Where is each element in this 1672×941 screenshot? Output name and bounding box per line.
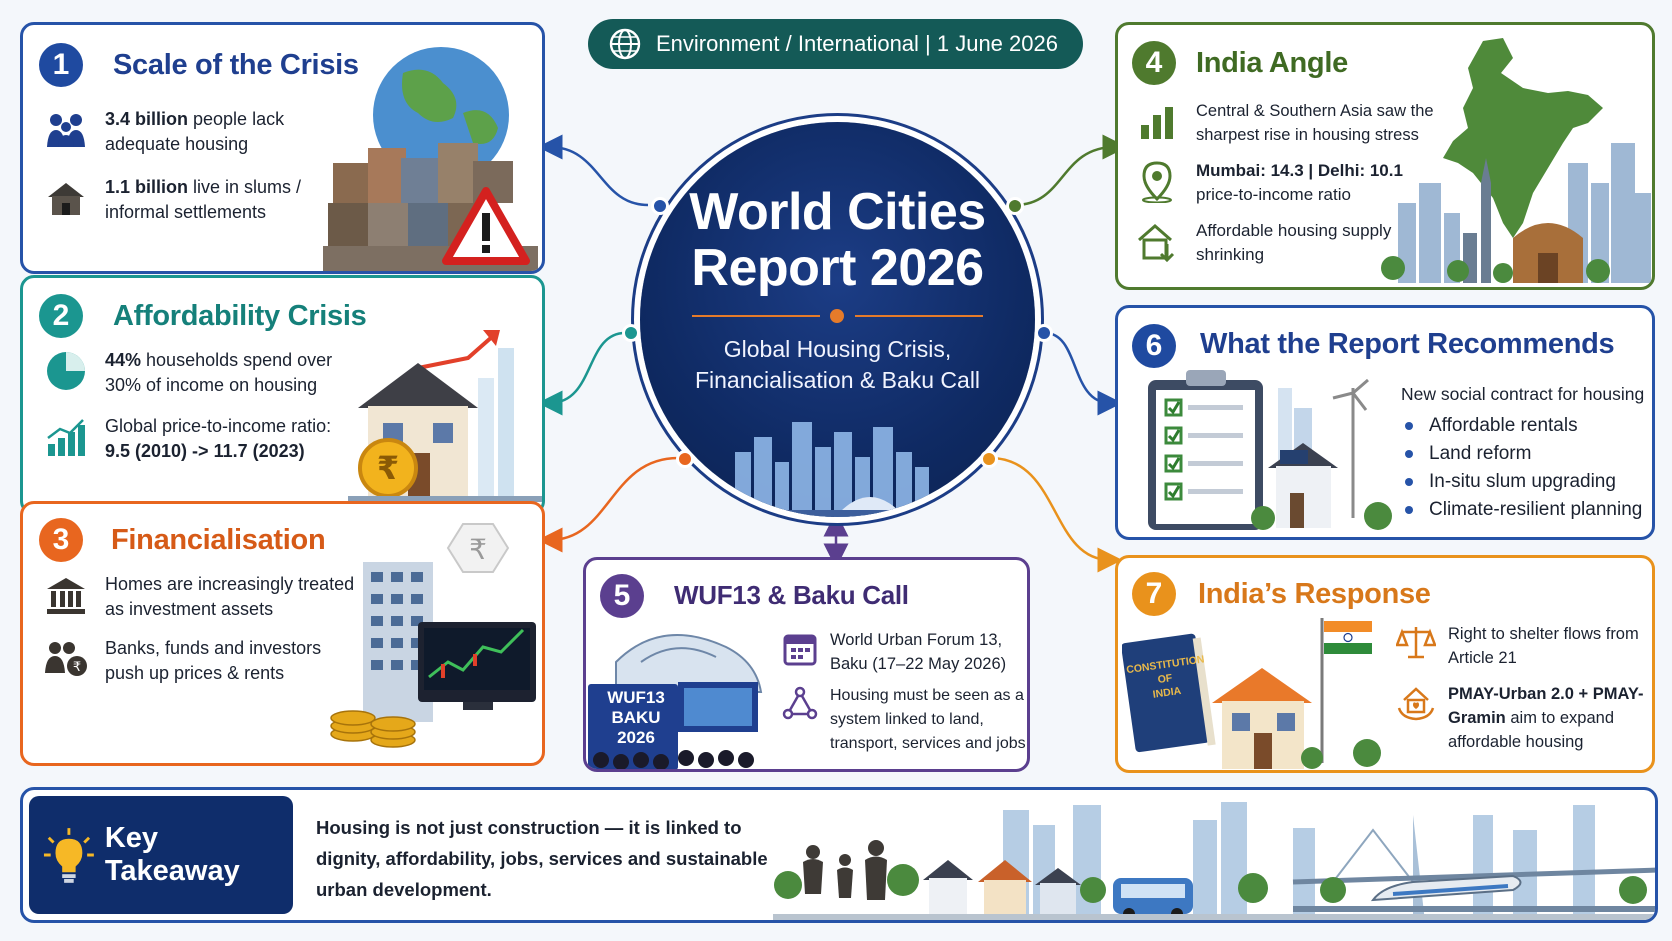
stat-text: Global price-to-income ratio: 9.5 (2010) … [105,416,332,461]
card-title: What the Report Recommends [1200,328,1615,360]
hub-divider-left [692,315,820,317]
arrow-6 [1044,331,1123,416]
card-number: 7 [1132,572,1176,616]
stat-row: ₹ Banks, funds and investors push up pri… [43,636,363,686]
slum-globe-illustration [323,47,538,271]
hub-circle: World Cities Report 2026 Global Housing … [640,122,1035,517]
clipboard-illustration [1148,370,1392,530]
stat-row: 3.4 billion people lack adequate housing [43,107,313,157]
card-title: WUF13 & Baku Call [674,580,909,610]
people-icon [43,107,89,153]
wuf13-sign: WUF13 BAKU 2026 [607,688,665,747]
card-india-angle: 4 India Angle Central & Southern Asia sa… [1115,22,1655,290]
arrow-1 [537,134,649,207]
calendar-icon [782,628,818,668]
stat-text: Housing must be seen as a system linked … [830,687,1026,752]
scales-of-justice-icon [1396,622,1436,662]
stat-row: Right to shelter flows from Article 21 [1396,622,1651,670]
recommend-item: In-situ slum upgrading [1401,468,1642,496]
recommend-item: Affordable rentals [1401,412,1642,440]
bank-icon [43,572,89,618]
card-number: 4 [1132,41,1176,85]
card-title: Scale of the Crisis [113,49,359,81]
stat-text: World Urban Forum 13, Baku (17–22 May 20… [830,631,1007,673]
stat-row: 1.1 billion live in slums / informal set… [43,175,313,225]
arrow-2 [537,331,626,416]
key-takeaway-label-box: Key Takeaway [29,796,293,914]
rupee-symbol: ₹ [377,449,399,487]
recommend-list: Affordable rentals Land reform In-situ s… [1401,412,1642,524]
stat-text: Mumbai: 14.3 | Delhi: 10.1 price-to-incom… [1196,161,1403,204]
hub-node-2 [622,324,640,342]
stat-text: 44% households spend over 30% of income … [105,350,333,395]
card-number: 1 [39,43,83,87]
card-report-recommends: 6 What the Report Recommends New social … [1115,305,1655,540]
card-affordability-crisis: 2 Affordability Crisis 44% households sp… [20,275,545,515]
rising-bar-chart-icon [43,414,89,460]
house-hands-icon [1396,682,1436,722]
card-number: 2 [39,294,83,338]
svg-text:₹: ₹ [73,660,81,675]
card-title: Financialisation [111,524,326,556]
hub-node-7 [980,450,998,468]
stat-row: Global price-to-income ratio: 9.5 (2010) … [43,414,363,464]
hub-node-3 [676,450,694,468]
hub-node-4 [1006,197,1024,215]
location-pin-icon [1134,159,1180,205]
card-number: 6 [1132,324,1176,368]
urban-scene-illustration [773,802,1655,920]
hub-divider-dot [830,309,844,323]
stat-row: PMAY-Urban 2.0 + PMAY-Gramin aim to expa… [1396,682,1651,754]
stat-row: World Urban Forum 13, Baku (17–22 May 20… [782,628,1027,676]
hub-divider-right [855,315,983,317]
stat-row: Housing must be seen as a system linked … [782,684,1027,756]
bar-chart-icon [1134,99,1180,145]
lightbulb-icon [43,828,94,883]
recommend-item: Land reform [1401,440,1642,468]
card-financialisation: 3 Financialisation Homes are increasingl… [20,501,545,766]
shack-icon [43,175,89,221]
stat-text: PMAY-Urban 2.0 + PMAY-Gramin aim to expa… [1448,685,1644,751]
card-title: Affordability Crisis [113,300,367,332]
hub-title: World Cities Report 2026 [689,183,986,297]
house-rupee-illustration: ₹ [348,330,542,502]
pie-chart-icon [43,348,89,394]
stat-row: 44% households spend over 30% of income … [43,348,363,398]
card-india-response: 7 India’s Response CONSTITUTION OF INDIA… [1115,555,1655,773]
hub-node-1 [651,197,669,215]
card-title: India’s Response [1198,578,1431,610]
stat-text: Right to shelter flows from Article 21 [1448,625,1639,667]
stat-row: Homes are increasingly treated as invest… [43,572,363,622]
key-takeaway-banner: Key Takeaway Housing is not just constru… [20,787,1658,923]
rupee-symbol: ₹ [469,533,487,566]
network-icon [782,684,818,724]
recommend-item: Climate-resilient planning [1401,496,1642,524]
card-scale-of-crisis: 1 Scale of the Crisis 3.4 billion people… [20,22,545,274]
investors-icon: ₹ [43,636,89,682]
card-title: India Angle [1196,47,1348,79]
recommend-intro: New social contract for housing [1401,384,1645,404]
card-wuf13-baku: 5 WUF13 & Baku Call WUF13 BAKU 2026 Worl… [583,557,1030,772]
stat-text: 3.4 billion people lack adequate housing [105,109,285,154]
hub-node-6 [1035,324,1053,342]
investment-illustration: ₹ [330,523,536,748]
key-takeaway-label: Key Takeaway [104,822,240,887]
india-map-illustration [1381,38,1651,283]
skyline-illustration [700,422,975,517]
house-down-arrow-icon [1134,219,1180,265]
card-number: 3 [39,518,83,562]
hub-subtitle: Global Housing Crisis, Financialisation … [694,336,981,393]
key-takeaway-text: Housing is not just construction — it is… [316,817,768,900]
stat-text: 1.1 billion live in slums / informal set… [105,177,302,222]
card-number: 5 [600,574,644,618]
